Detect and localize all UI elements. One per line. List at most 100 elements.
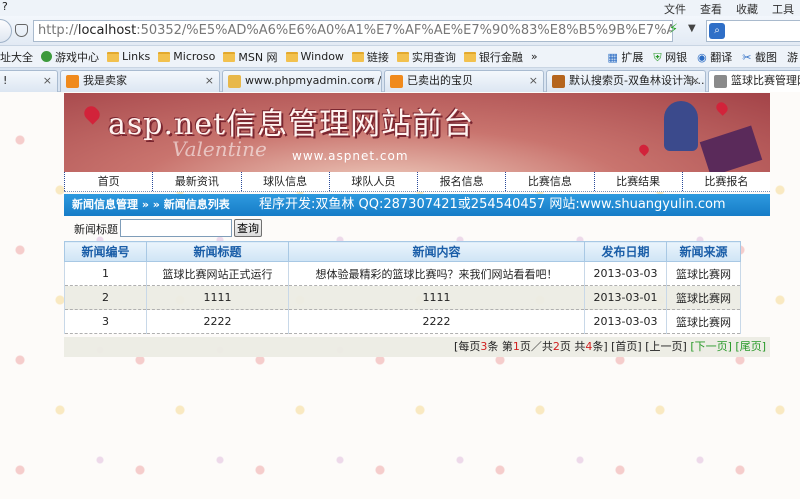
shield-icon[interactable]	[15, 24, 28, 37]
tab-strip: ! × 我是卖家 × www.phpmyadmin.com /... × 已卖出的宝贝…	[0, 68, 800, 92]
chevron-down-icon[interactable]: ▼	[688, 23, 696, 34]
bookmark-item[interactable]: 游戏中心	[41, 49, 99, 65]
news-title-label: 新闻标题	[74, 223, 118, 236]
bookmark-label: 链接	[366, 50, 389, 64]
bookmark-label: 银行金融	[478, 50, 523, 64]
search-page-icon	[552, 75, 565, 88]
col-header-title: 新闻标题	[146, 241, 289, 262]
back-button[interactable]	[0, 19, 12, 43]
close-icon[interactable]: ×	[367, 71, 376, 91]
folder-icon	[158, 51, 171, 62]
table-row[interactable]: 3 2222 2222 2013-03-03 篮球比赛网	[64, 309, 741, 334]
bookmark-label: 实用查询	[411, 50, 456, 64]
cell-id: 2	[64, 285, 147, 310]
last-page-link[interactable]: [尾页]	[735, 340, 766, 353]
browser-search-input[interactable]: ⌕	[706, 20, 800, 42]
bookmark-item[interactable]: 址大全	[0, 49, 33, 65]
cell-source: 篮球比赛网	[666, 309, 741, 334]
cell-content: 1111	[288, 285, 585, 310]
menu-tools[interactable]: 工具	[772, 1, 794, 17]
nav-match-results[interactable]: 比赛结果	[593, 172, 682, 191]
close-icon[interactable]: ×	[205, 71, 214, 91]
bookmark-item[interactable]: Links	[107, 50, 150, 63]
menu-favorites[interactable]: 收藏	[736, 1, 758, 17]
menu-view[interactable]: 查看	[700, 1, 722, 17]
nav-team-members[interactable]: 球队人员	[328, 172, 417, 191]
nav-news[interactable]: 最新资讯	[152, 172, 240, 191]
cell-title[interactable]: 篮球比赛网站正式运行	[146, 261, 289, 286]
col-header-content: 新闻内容	[288, 241, 585, 262]
nav-team-info[interactable]: 球队信息	[240, 172, 329, 191]
folder-icon	[463, 51, 476, 62]
url-prefix: http://	[38, 23, 78, 38]
nav-registration-info[interactable]: 报名信息	[417, 172, 505, 191]
bookmark-item[interactable]: Microso	[158, 50, 215, 63]
screenshot-button[interactable]: ✂ 截图	[742, 49, 777, 65]
game-label: 游	[787, 51, 798, 64]
nav-home[interactable]: 首页	[64, 172, 152, 191]
bookmark-item[interactable]: 实用查询	[396, 49, 456, 65]
cell-title[interactable]: 2222	[146, 309, 289, 334]
grid-icon: ▦	[607, 51, 618, 64]
bookmark-item[interactable]: 链接	[351, 49, 389, 65]
first-page-link[interactable]: [首页]	[611, 340, 642, 353]
site-title: asp.net信息管理网站前台	[108, 107, 475, 142]
bookmark-label: Window	[300, 50, 344, 63]
col-header-date: 发布日期	[584, 241, 667, 262]
pagination-bar: [每页3条 第1页／共2页 共4条] [首页] [上一页] [下一页] [尾页]	[64, 337, 770, 357]
close-icon[interactable]: ×	[43, 71, 52, 91]
translate-button[interactable]: ◉ 翻译	[697, 49, 732, 65]
query-button[interactable]: 查询	[234, 219, 262, 237]
bookmark-label: MSN 网	[238, 50, 278, 64]
bookmark-item[interactable]: 银行金融	[463, 49, 523, 65]
bookmark-item[interactable]: MSN 网	[223, 49, 278, 65]
table-row[interactable]: 1 篮球比赛网站正式运行 想体验最精彩的篮球比赛吗？来我们网站看看吧！ 2013…	[64, 261, 741, 286]
news-title-input[interactable]	[120, 219, 232, 237]
tab-item[interactable]: 已卖出的宝贝 ×	[384, 70, 544, 92]
bookmarks-bar: 址大全 游戏中心 Links Microso MSN 网 Window 链接 实…	[0, 46, 800, 68]
lightning-icon[interactable]: ⚡	[669, 22, 678, 37]
bookmark-item[interactable]: Window	[285, 50, 344, 63]
prev-page-link[interactable]: [上一页]	[645, 340, 687, 353]
tab-item[interactable]: 我是卖家 ×	[60, 70, 220, 92]
nav-match-signup[interactable]: 比赛报名	[681, 172, 770, 191]
bookmark-label: Links	[122, 50, 151, 63]
close-icon[interactable]: ×	[691, 71, 700, 91]
table-row[interactable]: 2 1111 1111 2013-03-01 篮球比赛网	[64, 285, 741, 310]
url-rest: :50352/%E5%AD%A6%E6%A0%A1%E7%AF%AE%E7%90…	[136, 23, 672, 38]
tab-item[interactable]: www.phpmyadmin.com /... ×	[222, 70, 382, 92]
search-icon[interactable]: ⌕	[709, 23, 725, 39]
shield-check-icon: ⛨	[653, 51, 662, 64]
table-header-row: 新闻编号 新闻标题 新闻内容 发布日期 新闻来源	[64, 241, 741, 262]
cell-date: 2013-03-01	[584, 285, 667, 310]
menu-file[interactable]: 文件	[664, 1, 686, 17]
tab-item-active[interactable]: 篮球比赛管理网站	[708, 70, 800, 92]
nav-match-info[interactable]: 比赛信息	[505, 172, 593, 191]
address-bar-row: http://localhost:50352/%E5%AD%A6%E6%A0%A…	[0, 16, 800, 46]
tab-item[interactable]: 默认搜索页-双鱼林设计淘... ×	[546, 70, 706, 92]
cell-id: 1	[64, 261, 147, 286]
developer-info: 程序开发:双鱼林 QQ:287307421或254540457 网站:www.s…	[259, 197, 726, 212]
phpmyadmin-icon	[228, 75, 241, 88]
tab-item[interactable]: ! ×	[0, 70, 58, 92]
cartoon-figure	[664, 101, 698, 151]
netbank-button[interactable]: ⛨ 网银	[653, 49, 687, 65]
game-button[interactable]: 游	[787, 49, 798, 65]
info-bar: 新闻信息管理 » » 新闻信息列表 程序开发:双鱼林 QQ:287307421或…	[64, 194, 770, 216]
cell-title[interactable]: 1111	[146, 285, 289, 310]
heart-icon	[81, 103, 103, 125]
close-icon[interactable]: ×	[529, 71, 538, 91]
pager-text: 条 第	[487, 340, 513, 353]
col-header-id: 新闻编号	[64, 241, 147, 262]
url-input[interactable]: http://localhost:50352/%E5%AD%A6%E6%A0%A…	[33, 20, 673, 42]
toolbar-right: ▦ 扩展 ⛨ 网银 ◉ 翻译 ✂ 截图 游	[608, 46, 800, 67]
netbank-label: 网银	[665, 51, 688, 64]
extensions-button[interactable]: ▦ 扩展	[608, 49, 644, 65]
bookmarks-more-button[interactable]: »	[531, 50, 538, 63]
game-icon	[41, 51, 52, 62]
folder-icon	[285, 51, 298, 62]
next-page-link[interactable]: [下一页]	[690, 340, 732, 353]
translate-icon: ◉	[697, 51, 707, 64]
breadcrumb: 新闻信息管理 » » 新闻信息列表	[72, 198, 230, 211]
cell-date: 2013-03-03	[584, 261, 667, 286]
